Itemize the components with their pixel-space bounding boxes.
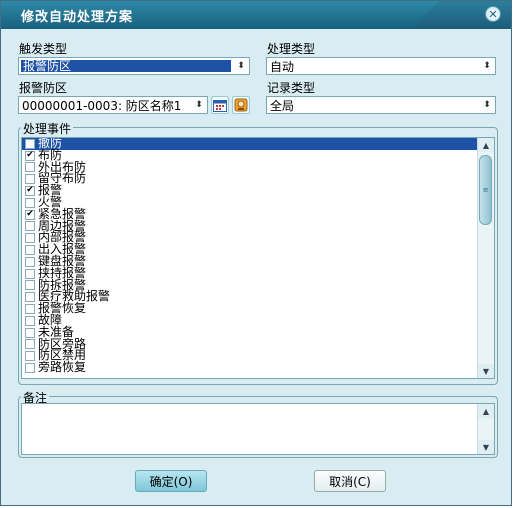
dialog-title: 修改自动处理方案 xyxy=(21,10,134,25)
event-checkbox[interactable]: ✔ xyxy=(25,149,35,161)
event-list-item[interactable]: 火警 xyxy=(22,196,494,209)
title-bar: 修改自动处理方案 ✕ xyxy=(1,1,511,29)
event-list-item[interactable]: 防区旁路 xyxy=(22,338,494,351)
event-checkbox[interactable] xyxy=(25,280,35,291)
chevron-down-icon: ⬍ xyxy=(483,100,491,110)
zone-picker-icon xyxy=(234,98,248,112)
event-checkbox[interactable] xyxy=(25,351,35,362)
calendar-icon xyxy=(213,99,227,112)
scroll-down-arrow-icon[interactable]: ▼ xyxy=(478,440,494,454)
alarm-zone-value: 00000001-0003: 防区名称1 xyxy=(22,98,182,113)
event-list-item[interactable]: 故障 xyxy=(22,314,494,327)
chevron-down-icon: ⬍ xyxy=(483,61,491,71)
check-icon: ✔ xyxy=(26,185,34,196)
event-items: 撤防 ✔ 布防 外出布防 留守布防 ✔ 报警 火警 ✔ 紧急报警 周边报警 内部报警 出入报警 键盘报警挟… xyxy=(22,138,494,374)
record-type-value: 全局 xyxy=(270,98,295,113)
event-checkbox[interactable] xyxy=(25,339,35,350)
event-checkbox[interactable] xyxy=(25,245,35,256)
event-checkbox[interactable] xyxy=(25,174,35,185)
event-list-item[interactable]: 留守布防 xyxy=(22,172,494,185)
event-list-item[interactable]: 撤防 xyxy=(22,138,494,150)
ok-button[interactable]: 确定(O) xyxy=(135,470,207,492)
events-group-label: 处理事件 xyxy=(21,120,74,137)
event-checkbox[interactable] xyxy=(25,363,35,374)
cancel-button[interactable]: 取消(C) xyxy=(314,470,386,492)
event-checkbox[interactable] xyxy=(25,292,35,303)
chevron-down-icon: ⬍ xyxy=(195,100,203,110)
event-list-item[interactable]: 挟持报警 xyxy=(22,267,494,280)
record-type-label: 记录类型 xyxy=(267,81,316,95)
alarm-zone-label: 报警防区 xyxy=(19,81,68,95)
event-list-item[interactable]: 出入报警 xyxy=(22,243,494,256)
notes-scrollbar[interactable]: ▲ ▼ xyxy=(477,404,494,454)
event-list-item[interactable]: 周边报警 xyxy=(22,220,494,233)
calendar-button[interactable] xyxy=(211,96,229,114)
check-icon: ✔ xyxy=(26,208,34,219)
handle-type-label: 处理类型 xyxy=(267,42,316,56)
event-list-scrollbar[interactable]: ▲ ≡ ▼ xyxy=(477,138,494,378)
alarm-zone-select[interactable]: 00000001-0003: 防区名称1 ⬍ xyxy=(18,96,208,114)
event-checkbox[interactable] xyxy=(25,327,35,338)
trigger-type-select[interactable]: 报警防区 ⬍ xyxy=(18,57,250,75)
event-checkbox[interactable] xyxy=(25,304,35,315)
scroll-thumb[interactable]: ≡ xyxy=(479,155,492,225)
event-checkbox[interactable] xyxy=(25,162,35,173)
event-list-item[interactable]: 医疗救助报警 xyxy=(22,290,494,303)
event-list-item[interactable]: ✔ 报警 xyxy=(22,184,494,197)
scroll-up-arrow-icon[interactable]: ▲ xyxy=(478,138,494,152)
event-checkbox[interactable] xyxy=(25,221,35,232)
event-checkbox[interactable] xyxy=(25,268,35,279)
event-list[interactable]: 撤防 ✔ 布防 外出布防 留守布防 ✔ 报警 火警 ✔ 紧急报警 周边报警 内部报警 出入报警 键盘报警挟… xyxy=(21,137,495,379)
event-checkbox[interactable]: ✔ xyxy=(25,185,35,197)
event-checkbox[interactable] xyxy=(25,233,35,244)
scroll-down-arrow-icon[interactable]: ▼ xyxy=(478,364,494,378)
event-checkbox[interactable] xyxy=(25,138,35,149)
handle-type-select[interactable]: 自动 ⬍ xyxy=(266,57,496,75)
event-list-item[interactable]: 未准备 xyxy=(22,326,494,339)
event-list-item[interactable]: 外出布防 xyxy=(22,161,494,174)
event-checkbox[interactable] xyxy=(25,315,35,326)
event-list-item[interactable]: 键盘报警 xyxy=(22,255,494,268)
zone-picker-button[interactable] xyxy=(232,96,250,114)
event-list-item[interactable]: 防区禁用 xyxy=(22,349,494,362)
event-label: 旁路恢复 xyxy=(38,360,87,375)
event-list-item[interactable]: ✔ 紧急报警 xyxy=(22,208,494,221)
event-list-item[interactable]: 内部报警 xyxy=(22,231,494,244)
close-icon: ✕ xyxy=(488,7,498,21)
edit-auto-plan-dialog: 修改自动处理方案 ✕ 触发类型 报警防区 ⬍ 处理类型 自动 ⬍ 报警防区 00… xyxy=(0,0,512,506)
record-type-select[interactable]: 全局 ⬍ xyxy=(266,96,496,114)
notes-textarea[interactable]: ▲ ▼ xyxy=(21,403,495,455)
close-button[interactable]: ✕ xyxy=(485,6,501,22)
scroll-up-arrow-icon[interactable]: ▲ xyxy=(478,404,494,418)
event-checkbox[interactable] xyxy=(25,197,35,208)
handle-type-value: 自动 xyxy=(270,59,295,74)
trigger-type-value: 报警防区 xyxy=(21,60,231,72)
event-list-item[interactable]: ✔ 布防 xyxy=(22,149,494,162)
event-checkbox[interactable] xyxy=(25,256,35,267)
event-list-item[interactable]: 旁路恢复 xyxy=(22,360,494,375)
event-checkbox[interactable]: ✔ xyxy=(25,208,35,220)
event-list-item[interactable]: 报警恢复 xyxy=(22,302,494,315)
check-icon: ✔ xyxy=(26,149,34,160)
chevron-down-icon: ⬍ xyxy=(237,61,245,71)
trigger-type-label: 触发类型 xyxy=(19,42,68,56)
